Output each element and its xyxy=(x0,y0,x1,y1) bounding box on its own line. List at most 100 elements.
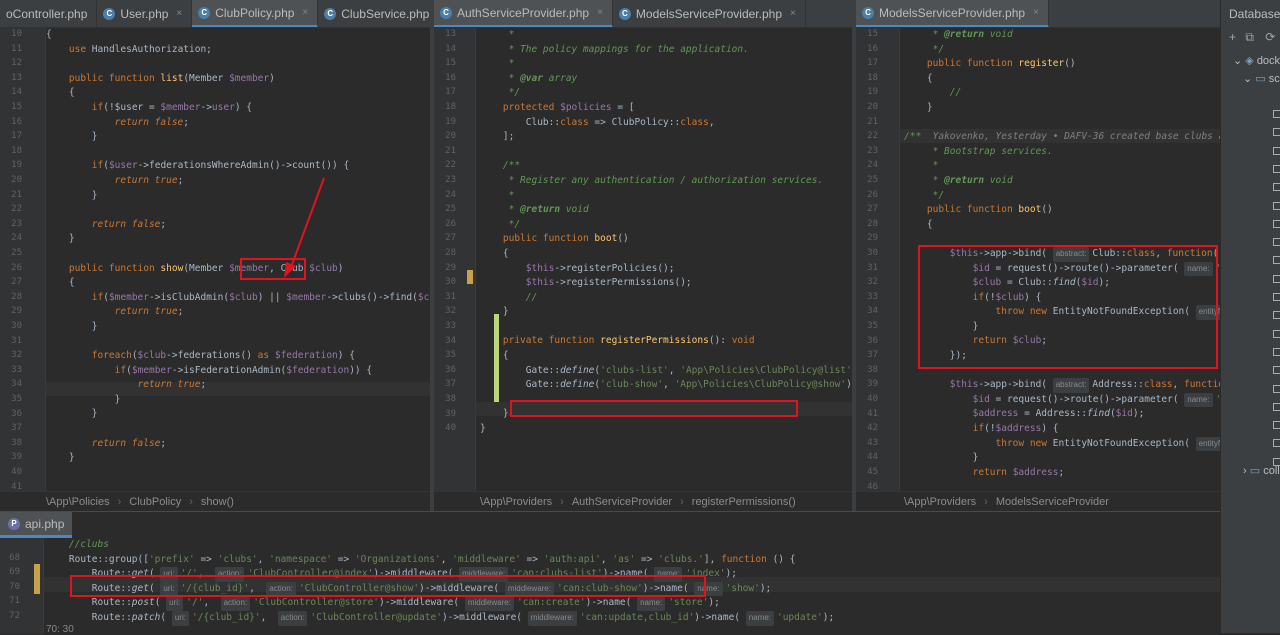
tab-authserviceprovider[interactable]: C AuthServiceProvider.php × xyxy=(434,0,613,27)
cursor-position[interactable]: 70: 30 xyxy=(46,624,74,635)
close-icon[interactable]: × xyxy=(790,0,796,27)
close-icon[interactable]: × xyxy=(176,0,182,27)
line-number: 35 xyxy=(867,321,878,331)
tab-clubpolicy[interactable]: C ClubPolicy.php × xyxy=(192,0,319,27)
tab-modelsserviceprovider[interactable]: C ModelsServiceProvider.php × xyxy=(856,0,1049,27)
breadcrumb-item[interactable]: ModelsServiceProvider xyxy=(996,496,1109,508)
line-number: 28 xyxy=(867,218,878,229)
line-number: 22 xyxy=(445,160,456,171)
database-tool-window: Database + ⧉ ⟳ ⌄ ◈ docke ⌄ ▭ sch › ▭ col… xyxy=(1220,0,1280,633)
table-icon[interactable] xyxy=(1273,293,1280,301)
line-number: 33 xyxy=(11,364,22,375)
table-icon[interactable] xyxy=(1273,329,1280,338)
editor-pane-clubpolicy[interactable]: 10 11 12 13 14 15 16 17 18 19 20 21 22 23 24 25 26 27 28 29… xyxy=(0,28,430,491)
code-clubpolicy: { use HandlesAuthorization; public funct… xyxy=(46,29,430,464)
code-authserviceprovider: * * The policy mappings for the applicat… xyxy=(480,29,852,435)
table-icon[interactable] xyxy=(1273,402,1280,411)
line-number: 36 xyxy=(11,408,22,419)
tab-user[interactable]: C User.php × xyxy=(97,0,193,27)
php-file-icon: C xyxy=(324,8,337,20)
red-arrow xyxy=(284,177,325,278)
gutter xyxy=(856,28,900,491)
api-tab[interactable]: Papi.php xyxy=(0,512,73,538)
chevron-down-icon[interactable]: ⌄ xyxy=(1233,55,1242,67)
table-icon[interactable] xyxy=(1273,201,1280,210)
line-number: 28 xyxy=(445,248,456,258)
line-number: 26 xyxy=(11,262,22,273)
line-number: 27 xyxy=(867,204,878,215)
table-icon[interactable] xyxy=(1273,238,1280,247)
tab-controller[interactable]: oController.php xyxy=(0,0,98,27)
add-icon[interactable]: + xyxy=(1229,30,1236,44)
table-icon[interactable] xyxy=(1273,366,1280,375)
table-icon[interactable] xyxy=(1273,110,1280,118)
table-icon[interactable] xyxy=(1273,256,1280,265)
line-number: 26 xyxy=(867,189,878,200)
tree-item[interactable]: docke xyxy=(1257,55,1280,67)
line-number: 69 xyxy=(9,567,20,578)
editor-pane-modelsserviceprovider[interactable]: 15 16 17 18 19 20 21 22 23 24 25 26 27 28 29 30 31 32 33 34… xyxy=(856,28,1220,491)
line-number: 37 xyxy=(867,350,878,361)
close-icon[interactable]: × xyxy=(597,0,603,27)
line-number: 14 xyxy=(445,43,456,54)
table-icon[interactable] xyxy=(1273,146,1280,155)
tree-item[interactable]: coll xyxy=(1263,465,1280,477)
tab-modelsserviceprovider[interactable]: C ModelsServiceProvider.php × xyxy=(613,0,806,27)
table-icon[interactable] xyxy=(1273,384,1280,393)
line-number: 37 xyxy=(11,423,22,434)
tab-label: User.php xyxy=(120,7,169,21)
line-number: 29 xyxy=(867,233,878,244)
pane3-tabbar: C ModelsServiceProvider.php × xyxy=(856,0,1220,28)
line-number: 30 xyxy=(11,321,22,331)
table-icon[interactable] xyxy=(1273,421,1280,430)
breadcrumb-item[interactable]: \App\Policies xyxy=(46,496,110,508)
line-number: 71 xyxy=(9,596,20,607)
table-icon[interactable] xyxy=(1273,128,1280,137)
close-icon[interactable]: × xyxy=(302,0,308,27)
table-icon[interactable] xyxy=(1273,347,1280,356)
editor-pane-authserviceprovider[interactable]: 13 14 15 16 17 18 19 20 21 22 23 24 25 26 27 28 29 30 31 32… xyxy=(434,28,852,491)
line-number: 32 xyxy=(445,306,456,317)
line-number: 10 xyxy=(11,29,22,39)
table-icon[interactable] xyxy=(1273,164,1280,173)
breadcrumb-item[interactable]: \App\Providers xyxy=(904,496,976,508)
git-blame-annotation[interactable]: Yakovenko, Yesterday • DAFV-36 created b… xyxy=(933,131,1220,142)
line-number: 44 xyxy=(867,452,878,463)
tree-item[interactable]: sch xyxy=(1269,73,1280,85)
line-number: 36 xyxy=(867,335,878,346)
breadcrumb-item[interactable]: show() xyxy=(201,496,234,508)
breadcrumb-item[interactable]: \App\Providers xyxy=(480,496,552,508)
line-number: 46 xyxy=(867,481,878,491)
breadcrumb-item[interactable]: ClubPolicy xyxy=(129,496,181,508)
line-number: 36 xyxy=(445,364,456,375)
chevron-right-icon[interactable]: › xyxy=(1243,465,1247,477)
line-number: 33 xyxy=(445,321,456,331)
line-number: 42 xyxy=(867,423,878,434)
line-number: 40 xyxy=(445,423,456,434)
gutter xyxy=(0,28,46,491)
breadcrumb-item[interactable]: registerPermissions() xyxy=(692,496,796,508)
breadcrumb: \App\Policies › ClubPolicy › show() xyxy=(0,491,430,511)
breadcrumb-item[interactable]: AuthServiceProvider xyxy=(572,496,672,508)
line-number: 21 xyxy=(445,145,456,156)
line-number: 34 xyxy=(11,379,22,390)
line-number: 32 xyxy=(11,350,22,361)
line-number: 27 xyxy=(445,233,456,244)
tab-clubservice[interactable]: CClubService.php× xyxy=(318,0,430,27)
table-icon[interactable] xyxy=(1273,219,1280,228)
close-icon[interactable]: × xyxy=(1033,0,1039,27)
line-number: 45 xyxy=(867,467,878,477)
table-icon[interactable] xyxy=(1273,311,1280,320)
line-number: 41 xyxy=(11,481,22,491)
table-icon[interactable] xyxy=(1273,274,1280,283)
database-title[interactable]: Database xyxy=(1229,7,1280,21)
database-toolbar: + ⧉ ⟳ xyxy=(1229,30,1275,45)
copy-icon[interactable]: ⧉ xyxy=(1245,30,1254,44)
refresh-icon[interactable]: ⟳ xyxy=(1265,30,1275,44)
breadcrumb: \App\Providers › ModelsServiceProvider xyxy=(856,491,1220,511)
chevron-down-icon[interactable]: ⌄ xyxy=(1243,73,1252,85)
table-icon[interactable] xyxy=(1273,439,1280,448)
table-icon[interactable] xyxy=(1273,183,1280,192)
line-number: 11 xyxy=(11,43,22,54)
line-number: 70 xyxy=(9,581,20,592)
